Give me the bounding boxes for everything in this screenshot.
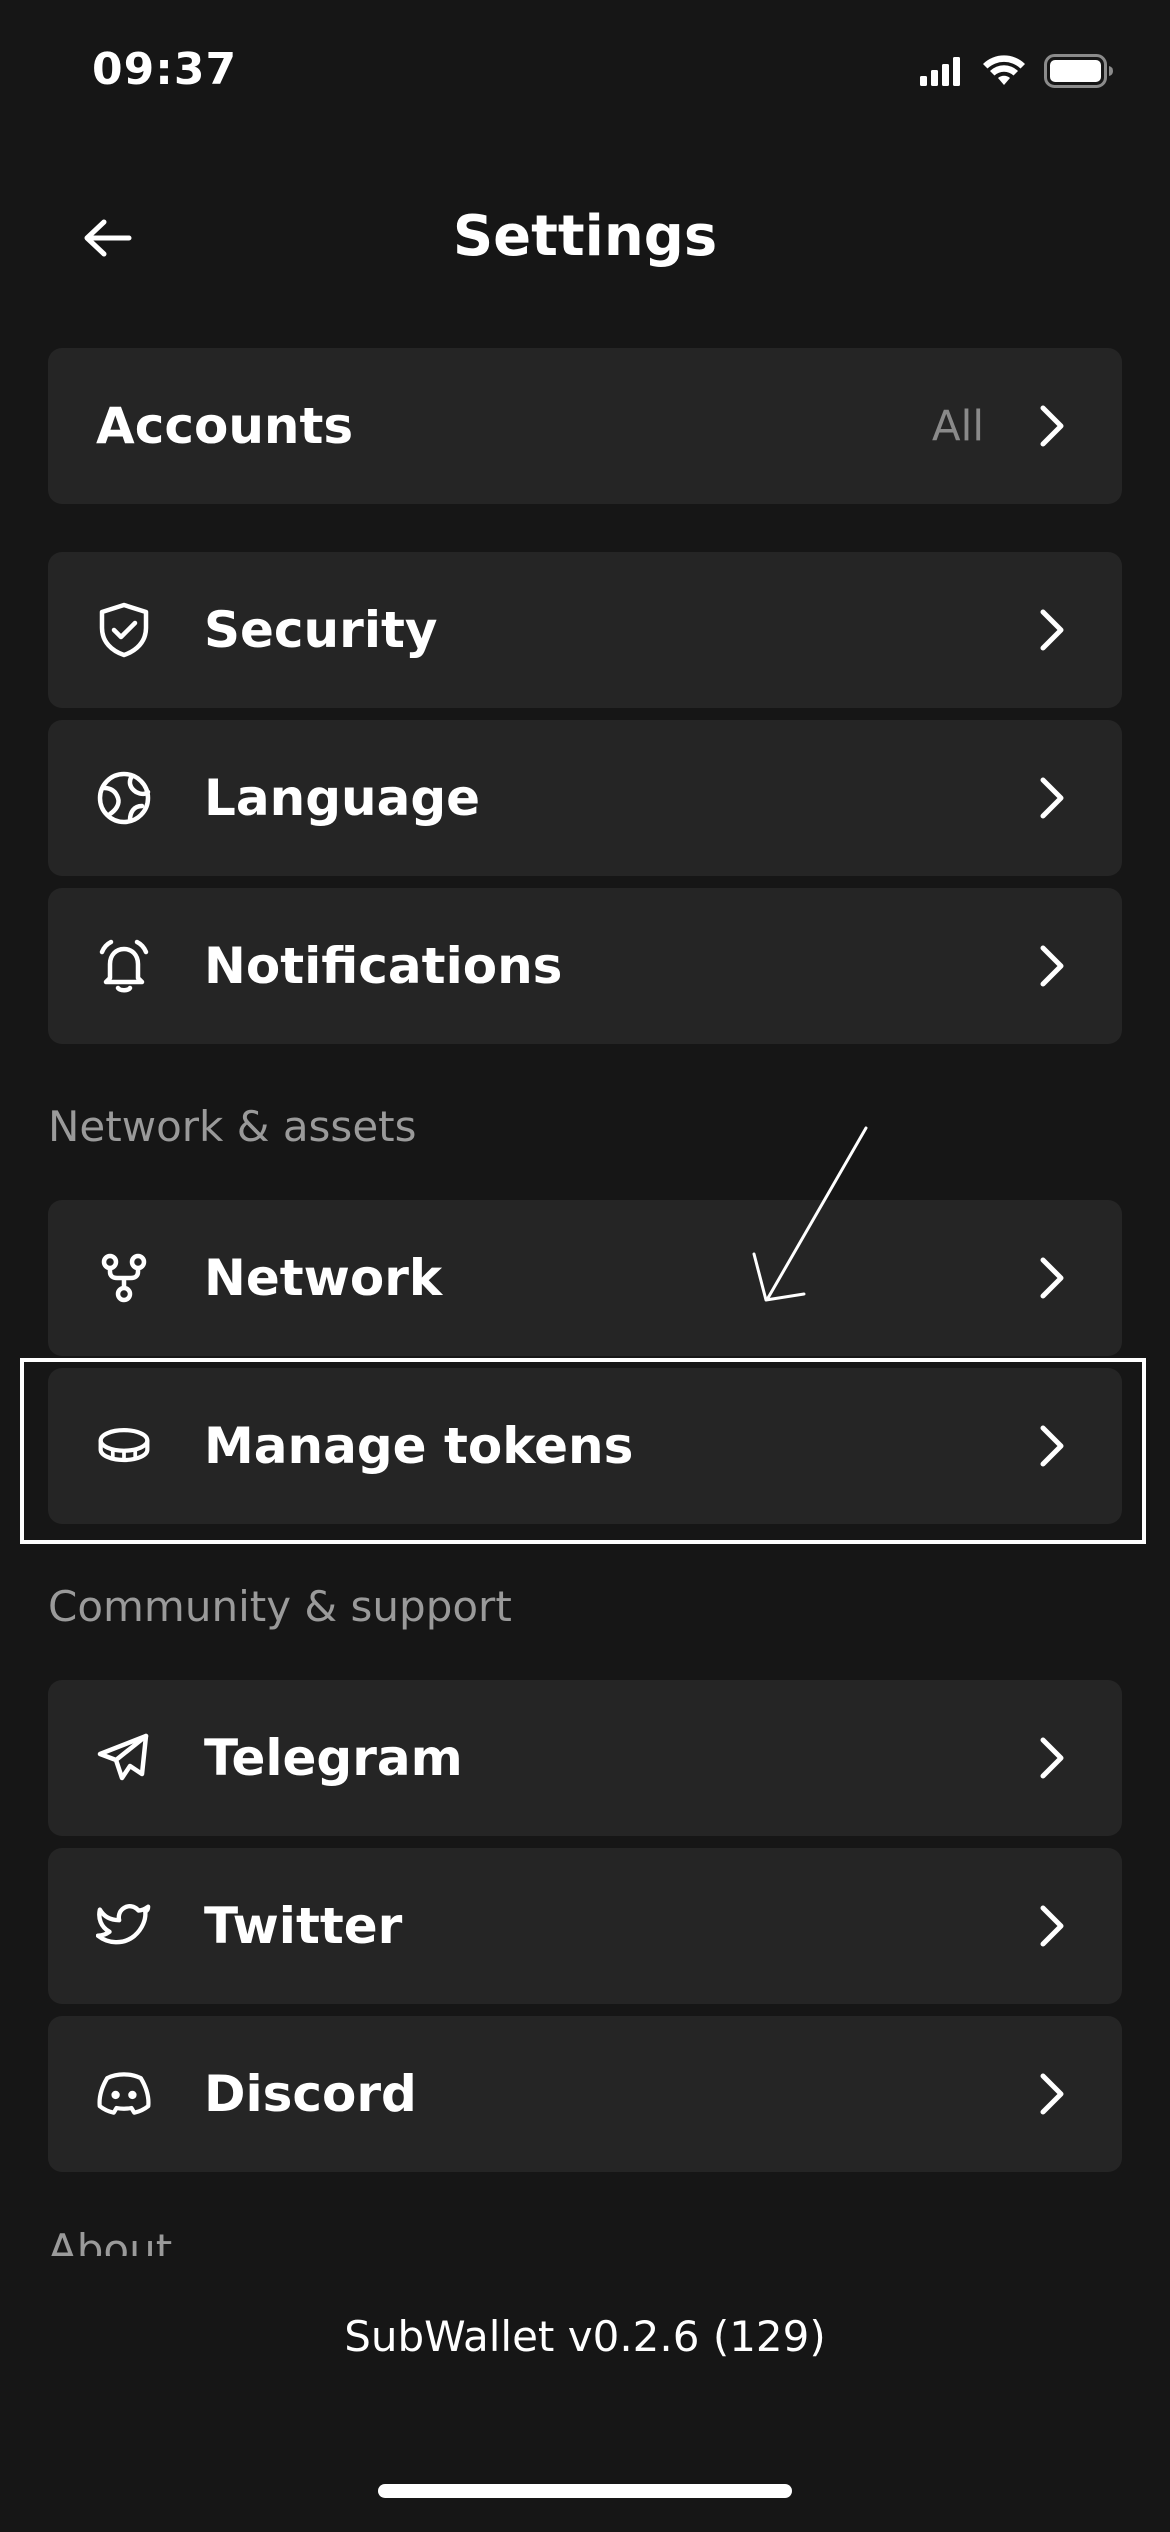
wifi-icon <box>982 55 1026 91</box>
battery-icon <box>1044 54 1114 92</box>
app-version: SubWallet v0.2.6 (129) <box>344 2312 826 2361</box>
chevron-right-icon <box>1032 605 1072 655</box>
status-bar: 09:37 <box>0 0 1170 150</box>
settings-item-twitter[interactable]: Twitter <box>48 1848 1122 2004</box>
chevron-right-icon <box>1032 1901 1072 1951</box>
twitter-icon <box>96 1898 152 1954</box>
settings-item-security[interactable]: Security <box>48 552 1122 708</box>
annotation-arrow-icon <box>752 1126 868 1302</box>
section-title-community-support: Community & support <box>48 1582 512 1631</box>
accounts-label: Accounts <box>96 397 354 455</box>
settings-item-label: Telegram <box>204 1729 463 1787</box>
settings-item-network[interactable]: Network <box>48 1200 1122 1356</box>
section-title-network-assets: Network & assets <box>48 1102 417 1151</box>
settings-item-label: Notifications <box>204 937 563 995</box>
page-title: Settings <box>452 204 718 269</box>
status-icons <box>920 54 1114 92</box>
settings-item-language[interactable]: Language <box>48 720 1122 876</box>
discord-icon <box>96 2066 152 2122</box>
chevron-right-icon <box>1032 2069 1072 2119</box>
settings-item-discord[interactable]: Discord <box>48 2016 1122 2172</box>
section-title-about: About <box>48 2225 173 2256</box>
bell-icon <box>96 938 152 994</box>
settings-item-label: Network <box>204 1249 443 1307</box>
status-time: 09:37 <box>92 44 238 95</box>
settings-item-label: Twitter <box>204 1897 403 1955</box>
chevron-right-icon <box>1032 401 1072 451</box>
cellular-signal-icon <box>920 56 964 90</box>
accounts-row[interactable]: Accounts All <box>48 348 1122 504</box>
settings-item-notifications[interactable]: Notifications <box>48 888 1122 1044</box>
settings-item-label: Language <box>204 769 481 827</box>
settings-item-label: Discord <box>204 2065 417 2123</box>
home-indicator[interactable] <box>378 2484 792 2498</box>
chevron-right-icon <box>1032 1253 1072 1303</box>
chevron-right-icon <box>1032 773 1072 823</box>
settings-item-telegram[interactable]: Telegram <box>48 1680 1122 1836</box>
network-icon <box>96 1250 152 1306</box>
chevron-right-icon <box>1032 941 1072 991</box>
globe-icon <box>96 770 152 826</box>
accounts-value: All <box>931 401 984 451</box>
chevron-right-icon <box>1032 1733 1072 1783</box>
telegram-icon <box>96 1730 152 1786</box>
highlight-box <box>20 1358 1146 1544</box>
shield-icon <box>96 602 152 658</box>
settings-item-label: Security <box>204 601 438 659</box>
header: Settings <box>0 180 1170 300</box>
